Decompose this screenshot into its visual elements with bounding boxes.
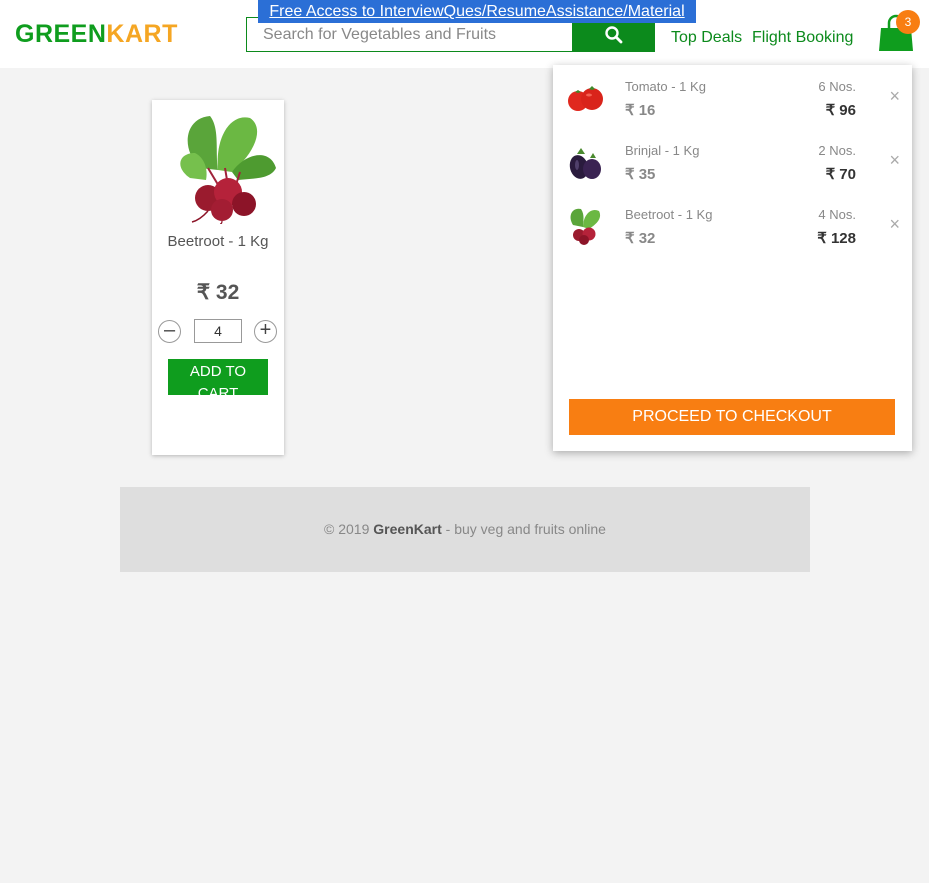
add-to-cart-button[interactable]: ADD TO CART [168, 359, 268, 395]
cart-item: Brinjal - 1 Kg ₹ 35 2 Nos. ₹ 70 × [553, 131, 912, 191]
increment-button[interactable]: + [254, 320, 277, 343]
cart-item: Tomato - 1 Kg ₹ 16 6 Nos. ₹ 96 × [553, 67, 912, 127]
cart-item-quantity: 6 Nos. [818, 79, 856, 94]
logo[interactable]: GREENKART [15, 20, 178, 49]
cart-item-name: Beetroot - 1 Kg [625, 207, 713, 222]
quantity-stepper: – + [158, 318, 278, 344]
remove-item-button[interactable]: × [889, 87, 900, 105]
cart-preview: Tomato - 1 Kg ₹ 16 6 Nos. ₹ 96 × Brinjal… [553, 65, 912, 451]
beetroot-image [570, 208, 601, 245]
cart-item-quantity: 2 Nos. [818, 143, 856, 158]
cart-item-total: ₹ 96 [825, 102, 856, 119]
cart-item-total: ₹ 70 [825, 166, 856, 183]
cart-item: Beetroot - 1 Kg ₹ 32 4 Nos. ₹ 128 × [553, 195, 912, 255]
brinjal-image [569, 148, 601, 179]
cart-item-price: ₹ 35 [625, 166, 656, 183]
tomato-image [568, 86, 603, 111]
decrement-button[interactable]: – [158, 320, 181, 343]
product-name: Beetroot - 1 Kg [167, 233, 269, 250]
cart-item-price: ₹ 32 [625, 230, 656, 247]
footer-copyright: © 2019 [324, 521, 374, 537]
nav-top-deals[interactable]: Top Deals [671, 29, 742, 47]
cart-item-name: Brinjal - 1 Kg [625, 143, 700, 158]
remove-item-button[interactable]: × [889, 215, 900, 233]
footer: © 2019 GreenKart - buy veg and fruits on… [120, 487, 810, 572]
product-card: Beetroot - 1 Kg ₹ 32 – + ADD TO CART [152, 100, 284, 455]
footer-tagline: - buy veg and fruits online [441, 521, 606, 537]
nav-flight-booking[interactable]: Flight Booking [752, 29, 853, 47]
logo-orange-text: KART [106, 20, 178, 48]
cart-count-badge: 3 [896, 10, 920, 34]
cart-item-total: ₹ 128 [817, 230, 856, 247]
logo-green-text: GREEN [15, 20, 107, 48]
cart-item-name: Tomato - 1 Kg [625, 79, 706, 94]
beetroot-image [180, 116, 276, 224]
cart-item-quantity: 4 Nos. [818, 207, 856, 222]
product-price: ₹ 32 [196, 281, 240, 304]
footer-brand: GreenKart [373, 521, 442, 537]
proceed-to-checkout-button[interactable]: PROCEED TO CHECKOUT [569, 399, 895, 435]
search-icon [604, 25, 622, 43]
cart-item-price: ₹ 16 [625, 102, 656, 119]
remove-item-button[interactable]: × [889, 151, 900, 169]
quantity-input[interactable] [194, 319, 242, 343]
promo-link[interactable]: Free Access to InterviewQues/ResumeAssis… [258, 0, 696, 23]
